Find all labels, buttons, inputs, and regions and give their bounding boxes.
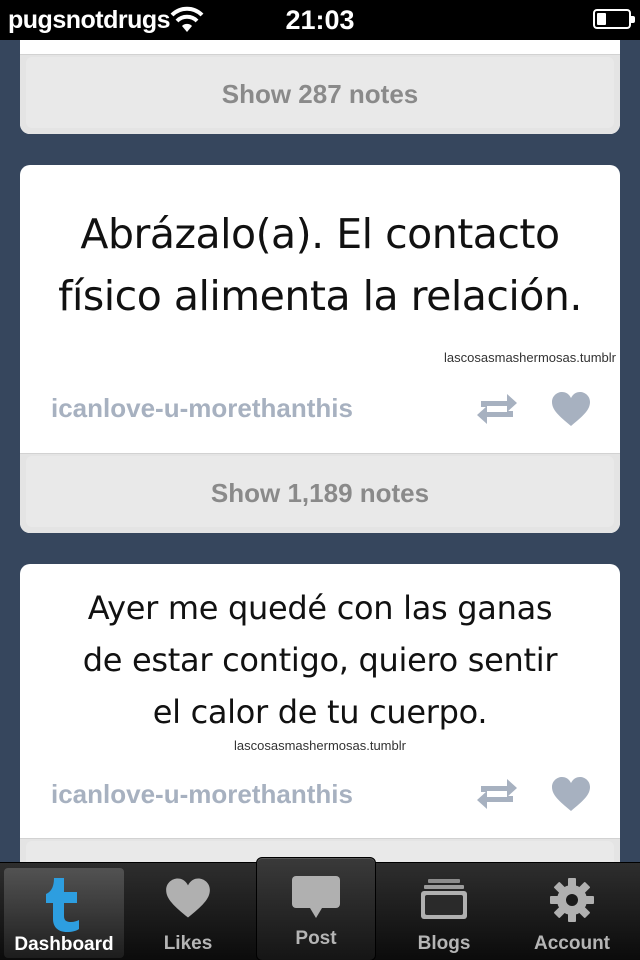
quote-line: Abrázalo(a). El contacto	[80, 210, 560, 258]
battery-icon	[593, 9, 635, 29]
heart-icon	[166, 878, 210, 918]
tab-label: Blogs	[417, 933, 471, 954]
show-notes-label: Show 287 notes	[221, 79, 419, 109]
gear-icon	[550, 878, 594, 922]
status-time: 21:03	[285, 5, 355, 35]
blog-name-link[interactable]: icanlove-u-morethanthis	[51, 393, 353, 424]
tumblr-t-icon	[46, 878, 79, 932]
post-card: Ayer me quedé con las ganas de estar con…	[20, 564, 620, 862]
tab-blogs[interactable]: Blogs	[380, 863, 508, 960]
tab-label: Post	[295, 928, 337, 949]
tab-bar: Dashboard Likes Post Blogs Account	[0, 857, 640, 960]
post-image-quote: Ayer me quedé con las ganas de estar con…	[20, 582, 620, 738]
battery-level	[597, 13, 606, 25]
tab-label: Likes	[163, 933, 213, 954]
tab-label: Account	[534, 933, 610, 954]
blog-name-link[interactable]: icanlove-u-morethanthis	[51, 779, 353, 810]
tab-dashboard[interactable]: Dashboard	[4, 868, 124, 958]
tab-post[interactable]: Post	[256, 857, 376, 960]
quote-line: físico alimenta la relación.	[58, 272, 582, 320]
stack-icon	[421, 879, 467, 919]
quote-line: de estar contigo, quiero sentir	[82, 641, 558, 679]
post-card: Abrázalo(a). El contacto físico alimenta…	[20, 165, 620, 533]
tab-account[interactable]: Account	[508, 863, 636, 960]
image-watermark: lascosasmashermosas.tumblr	[444, 350, 616, 365]
show-notes-button[interactable]: Show 1,189 notes	[20, 453, 620, 533]
show-notes-button[interactable]: Show 287 notes	[20, 54, 620, 134]
status-bar: pugsnotdrugs 21:03	[0, 0, 640, 40]
heart-icon[interactable]	[551, 391, 591, 427]
quote-line: Ayer me quedé con las ganas	[87, 589, 553, 627]
tab-label: Dashboard	[14, 934, 114, 955]
show-notes-label: Show 1,189 notes	[210, 478, 430, 508]
dashboard-feed[interactable]: Show 287 notes Abrázalo(a). El contacto …	[0, 40, 640, 862]
post-card: Show 287 notes	[20, 40, 620, 134]
tab-likes[interactable]: Likes	[124, 863, 252, 960]
speech-bubble-icon	[292, 876, 340, 918]
reblog-icon[interactable]	[475, 389, 519, 429]
heart-icon[interactable]	[551, 776, 591, 812]
post-image-quote: Abrázalo(a). El contacto físico alimenta…	[20, 203, 620, 327]
quote-line: el calor de tu cuerpo.	[152, 693, 488, 731]
image-watermark: lascosasmashermosas.tumblr	[234, 738, 406, 753]
reblog-icon[interactable]	[475, 774, 519, 814]
